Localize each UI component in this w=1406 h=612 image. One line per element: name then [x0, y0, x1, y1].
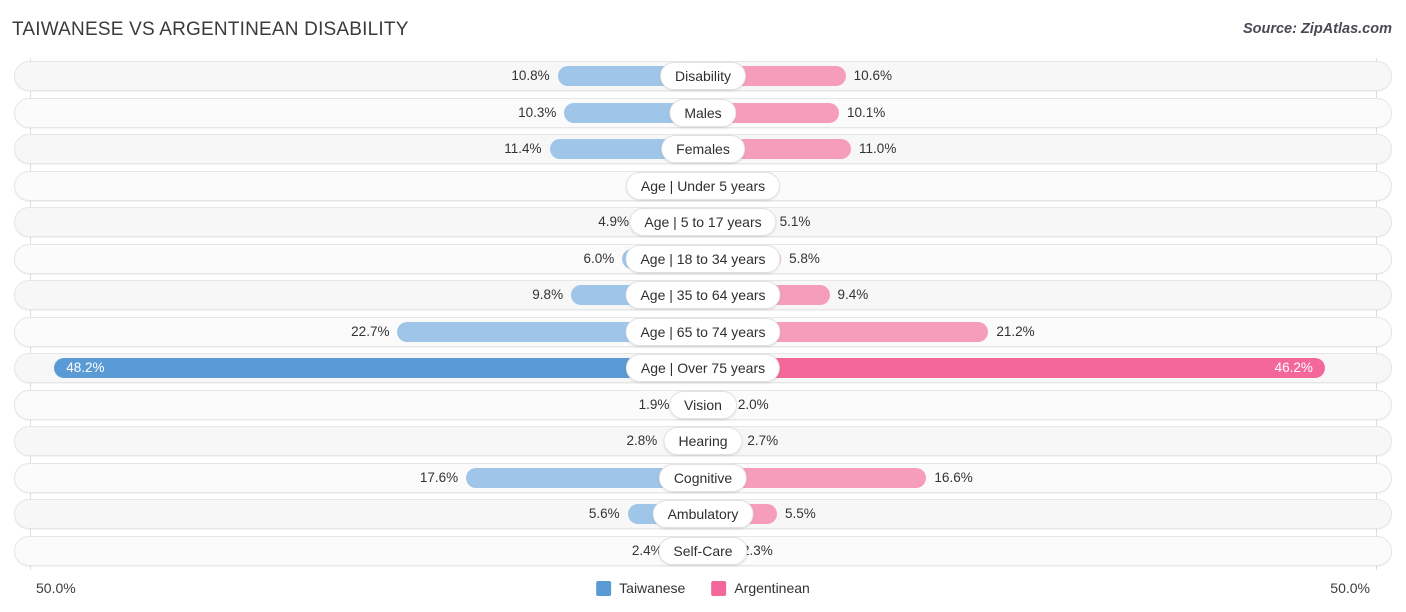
category-label: Hearing — [663, 427, 743, 455]
table-row: 5.6% 5.5% Ambulatory — [0, 496, 1406, 533]
value-label-right: 10.6% — [853, 68, 892, 83]
table-row: 1.9% 2.0% Vision — [0, 387, 1406, 424]
value-label-left: 4.9% — [598, 214, 630, 229]
source-label: Source: ZipAtlas.com — [1242, 21, 1392, 37]
table-row: 1.3%1.2%Age | Under 5 years — [0, 168, 1406, 205]
legend-item-taiwanese[interactable]: Taiwanese — [596, 580, 685, 596]
table-row: 17.6% 16.6% Cognitive — [0, 460, 1406, 497]
table-row: 11.4% 11.0% Females — [0, 131, 1406, 168]
category-label: Cognitive — [658, 463, 748, 492]
table-row: 9.8% 9.4% Age | 35 to 64 years — [0, 277, 1406, 314]
page-title: TAIWANESE VS ARGENTINEAN DISABILITY — [12, 19, 409, 40]
value-label-right: 5.8% — [789, 250, 820, 266]
table-row: 10.8% 10.6% Disability — [0, 58, 1406, 95]
value-label-left: 2.4% — [631, 542, 663, 558]
bar-rows: 10.8% 10.6% Disability 10.3% 10.1% Males 11.4%… — [0, 58, 1406, 569]
value-label-right: 2.7% — [747, 433, 779, 448]
value-label-right: 10.1% — [846, 104, 886, 120]
value-label-right: 16.6% — [934, 469, 973, 485]
value-label-left: 11.4% — [504, 141, 542, 156]
value-label-left: 10.8% — [511, 68, 550, 83]
table-row: 6.0% 5.8% Age | 18 to 34 years — [0, 241, 1406, 278]
table-row: 2.8% 2.7% Hearing — [0, 423, 1406, 460]
chart-plot-area: 10.8% 10.6% Disability 10.3% 10.1% Males 11.4%… — [0, 58, 1406, 570]
value-label-left: 6.0% — [583, 250, 615, 266]
value-label-left: 2.8% — [626, 433, 658, 448]
category-label: Females — [661, 135, 745, 163]
value-label-right: 21.2% — [996, 323, 1035, 339]
category-label: Vision — [669, 390, 737, 419]
category-label: Age | Over 75 years — [625, 354, 781, 382]
category-label: Age | 35 to 64 years — [625, 281, 781, 309]
legend-item-argentinean[interactable]: Argentinean — [711, 580, 810, 596]
table-row: 22.7% 21.2% Age | 65 to 74 years — [0, 314, 1406, 351]
value-label-right: 5.1% — [779, 214, 811, 229]
value-label-right: 11.0% — [859, 141, 897, 156]
chart-footer: 50.0% Taiwanese Argentinean 50.0% — [0, 572, 1406, 612]
category-label: Age | 5 to 17 years — [629, 208, 777, 236]
value-label-left: 1.9% — [638, 396, 670, 412]
value-label-right: 2.0% — [737, 396, 769, 412]
category-label: Age | Under 5 years — [625, 171, 781, 200]
chart-header: TAIWANESE VS ARGENTINEAN DISABILITY Sour… — [0, 0, 1406, 56]
category-label: Self-Care — [658, 536, 748, 565]
value-label-left: 22.7% — [351, 323, 390, 339]
table-row: 10.3% 10.1% Males — [0, 95, 1406, 132]
legend-label: Taiwanese — [619, 580, 686, 596]
table-row: 48.2% 46.2% Age | Over 75 years — [0, 350, 1406, 387]
value-label-left: 10.3% — [518, 104, 557, 120]
value-label-left: 17.6% — [419, 469, 459, 485]
legend-swatch-icon — [711, 580, 727, 596]
legend-label: Argentinean — [734, 580, 810, 596]
table-row: 4.9% 5.1% Age | 5 to 17 years — [0, 204, 1406, 241]
value-label-right: 9.4% — [837, 287, 869, 302]
bar-left-taiwanese — [54, 358, 703, 378]
axis-tick-left: 50.0% — [36, 580, 76, 596]
value-label-left: 9.8% — [532, 287, 564, 302]
category-label: Males — [669, 98, 737, 127]
category-label: Ambulatory — [652, 500, 754, 528]
value-label-left: 48.2% — [66, 360, 105, 375]
value-label-right: 46.2% — [1274, 360, 1313, 375]
bar-right-argentinean — [703, 358, 1325, 378]
value-label-right: 2.3% — [741, 542, 773, 558]
value-label-left: 5.6% — [588, 506, 620, 521]
table-row: 2.4% 2.3% Self-Care — [0, 533, 1406, 570]
value-label-right: 5.5% — [785, 506, 816, 521]
category-label: Age | 65 to 74 years — [625, 317, 781, 346]
chart-legend: Taiwanese Argentinean — [596, 580, 810, 596]
legend-swatch-icon — [596, 580, 612, 596]
axis-tick-right: 50.0% — [1330, 580, 1370, 596]
category-label: Disability — [659, 62, 747, 90]
category-label: Age | 18 to 34 years — [625, 244, 781, 273]
